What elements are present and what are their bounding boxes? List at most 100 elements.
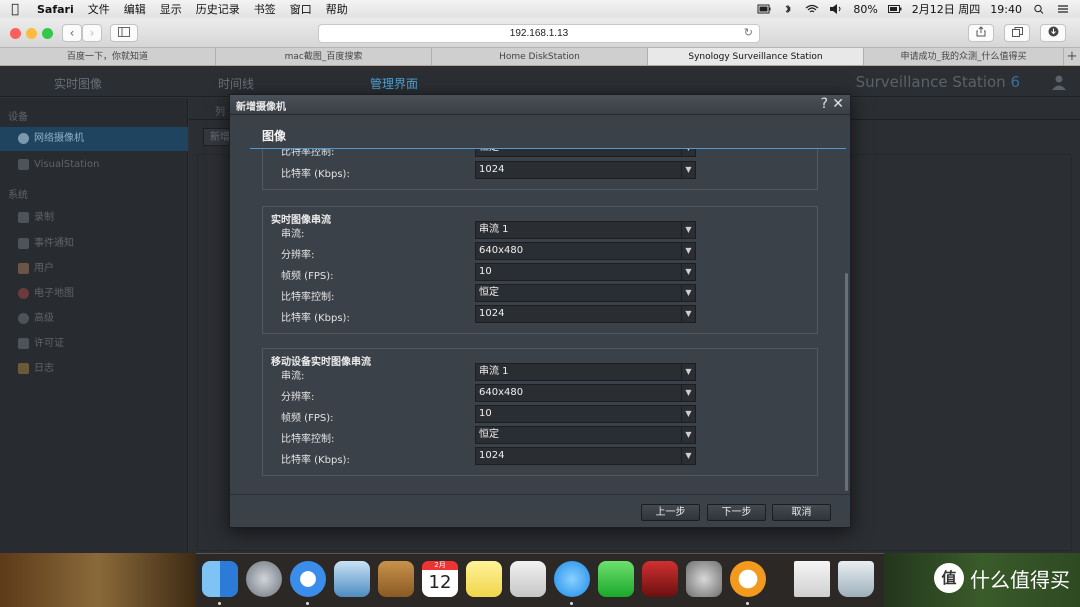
new-tab-button[interactable]: +	[1064, 48, 1080, 65]
chevron-down-icon: ▼	[681, 427, 695, 443]
mail-icon[interactable]	[334, 561, 370, 597]
browser-tab[interactable]: 百度一下，你就知道	[0, 48, 216, 65]
finder-icon[interactable]	[202, 561, 238, 597]
select-value: 1024	[479, 450, 505, 461]
dialog-scrollbar[interactable]	[845, 273, 848, 491]
minimize-window-button[interactable]	[26, 28, 37, 39]
sidebar-item-log[interactable]: 日志	[0, 357, 188, 381]
menu-history[interactable]: 历史记录	[189, 1, 247, 17]
sidebar-item-label: 录制	[34, 212, 54, 223]
launchpad-icon[interactable]	[246, 561, 282, 597]
form-row: 比特率 (Kbps): 1024 ▼	[263, 304, 819, 325]
tab-management[interactable]: 管理界面	[370, 75, 418, 92]
bitrate-control-select[interactable]: 恒定 ▼	[475, 284, 696, 302]
sidebar-toggle-button[interactable]	[110, 24, 138, 42]
sidebar-item-emap[interactable]: 电子地图	[0, 282, 188, 306]
menu-window[interactable]: 窗口	[283, 1, 319, 17]
battery-status-icon[interactable]	[757, 4, 771, 14]
system-preferences-icon[interactable]	[686, 561, 722, 597]
bitrate-select[interactable]: 1024 ▼	[475, 305, 696, 323]
browser-tab[interactable]: 申请成功_我的众测_什么值得买	[864, 48, 1064, 65]
sidebar-item-ip-camera[interactable]: 网络摄像机	[0, 127, 188, 151]
sidebar-item-license[interactable]: 许可证	[0, 332, 188, 356]
bitrate-select[interactable]: 1024 ▼	[475, 161, 696, 179]
menu-app-name[interactable]: Safari	[30, 3, 81, 16]
next-button[interactable]: 下一步	[707, 504, 766, 521]
dock: 2月 12	[196, 553, 884, 607]
sidebar-item-advanced[interactable]: 高级	[0, 307, 188, 331]
resolution-select[interactable]: 640x480 ▼	[475, 384, 696, 402]
sidebar-item-label: 高级	[34, 313, 54, 324]
menu-file[interactable]: 文件	[81, 1, 117, 17]
address-bar[interactable]: 192.168.1.13 ↻	[318, 24, 760, 43]
stream-select[interactable]: 串流 1 ▼	[475, 221, 696, 239]
field-label: 分辨率:	[281, 250, 315, 261]
messages-icon[interactable]	[554, 561, 590, 597]
menubar-date[interactable]: 2月12日 周四	[912, 1, 981, 17]
select-value: 1024	[479, 164, 505, 175]
fps-select[interactable]: 10 ▼	[475, 405, 696, 423]
sidebar-item-visualstation[interactable]: VisualStation	[0, 153, 188, 177]
chevron-down-icon: ▼	[681, 385, 695, 401]
bitrate-control-select[interactable]: 恒定 ▼	[475, 426, 696, 444]
sidebar-item-notification[interactable]: 事件通知	[0, 232, 188, 256]
content-subtab-label[interactable]: 列	[215, 107, 225, 118]
calendar-icon[interactable]: 2月 12	[422, 561, 458, 597]
menubar-time[interactable]: 19:40	[990, 3, 1022, 16]
menu-view[interactable]: 显示	[153, 1, 189, 17]
document-icon[interactable]	[794, 561, 830, 597]
close-icon[interactable]: ✕	[832, 96, 844, 112]
safari-icon[interactable]	[290, 561, 326, 597]
menu-help[interactable]: 帮助	[319, 1, 355, 17]
share-button[interactable]	[968, 24, 994, 42]
bitrate-select[interactable]: 1024 ▼	[475, 447, 696, 465]
fps-select[interactable]: 10 ▼	[475, 263, 696, 281]
notes-icon[interactable]	[466, 561, 502, 597]
dialog-footer: 上一步 下一步 取消	[230, 494, 850, 527]
spotlight-search-icon[interactable]	[1032, 4, 1046, 14]
tab-live-view[interactable]: 实时图像	[54, 75, 102, 92]
dialog-titlebar[interactable]: 新增摄像机 ? ✕	[230, 95, 850, 115]
previous-button[interactable]: 上一步	[641, 504, 700, 521]
reload-icon[interactable]: ↻	[744, 25, 753, 42]
close-window-button[interactable]	[10, 28, 21, 39]
cancel-button[interactable]: 取消	[772, 504, 831, 521]
sidebar-item-label: 电子地图	[34, 288, 74, 299]
photo-booth-icon[interactable]	[642, 561, 678, 597]
chevron-down-icon: ▼	[681, 364, 695, 380]
user-icon[interactable]	[1050, 73, 1068, 91]
trash-icon[interactable]	[838, 561, 874, 597]
facetime-icon[interactable]	[598, 561, 634, 597]
chevron-down-icon: ▼	[681, 406, 695, 422]
downloads-button[interactable]	[1040, 24, 1066, 42]
media-player-icon[interactable]	[730, 561, 766, 597]
dialog-scroll-body[interactable]: 比特率控制: 恒定▼ 比特率 (Kbps): 1024▼ 实时图像串流 串流: …	[230, 149, 850, 494]
tab-timeline[interactable]: 时间线	[218, 75, 254, 92]
sidebar-item-recording[interactable]: 录制	[0, 206, 188, 230]
stream-select[interactable]: 串流 1 ▼	[475, 363, 696, 381]
notification-center-icon[interactable]	[1056, 4, 1070, 14]
apple-menu-icon[interactable]: 	[0, 2, 30, 17]
browser-tab[interactable]: mac截图_百度搜索	[216, 48, 432, 65]
browser-tab[interactable]: Home DiskStation	[432, 48, 648, 65]
sidebar-item-users[interactable]: 用户	[0, 257, 188, 281]
help-icon[interactable]: ?	[821, 96, 828, 112]
select-value: 10	[479, 408, 492, 419]
forward-button[interactable]: ›	[82, 24, 102, 42]
contacts-icon[interactable]	[378, 561, 414, 597]
show-all-tabs-button[interactable]	[1004, 24, 1030, 42]
browser-tab-active[interactable]: Synology Surveillance Station	[648, 48, 864, 65]
bluetooth-icon[interactable]	[781, 4, 795, 14]
back-button[interactable]: ‹	[62, 24, 82, 42]
bitrate-control-select[interactable]: 恒定 ▼	[475, 149, 696, 157]
chevron-down-icon: ▼	[681, 149, 695, 156]
wifi-icon[interactable]	[805, 4, 819, 14]
battery-icon[interactable]	[887, 4, 902, 14]
resolution-select[interactable]: 640x480 ▼	[475, 242, 696, 260]
zoom-window-button[interactable]	[42, 28, 53, 39]
menu-edit[interactable]: 编辑	[117, 1, 153, 17]
menu-bookmarks[interactable]: 书签	[247, 1, 283, 17]
preview-icon[interactable]	[510, 561, 546, 597]
volume-icon[interactable]	[829, 4, 843, 14]
recording-stream-group: 比特率控制: 恒定 ▼ 比特率 (Kbps): 1024 ▼	[262, 149, 818, 190]
